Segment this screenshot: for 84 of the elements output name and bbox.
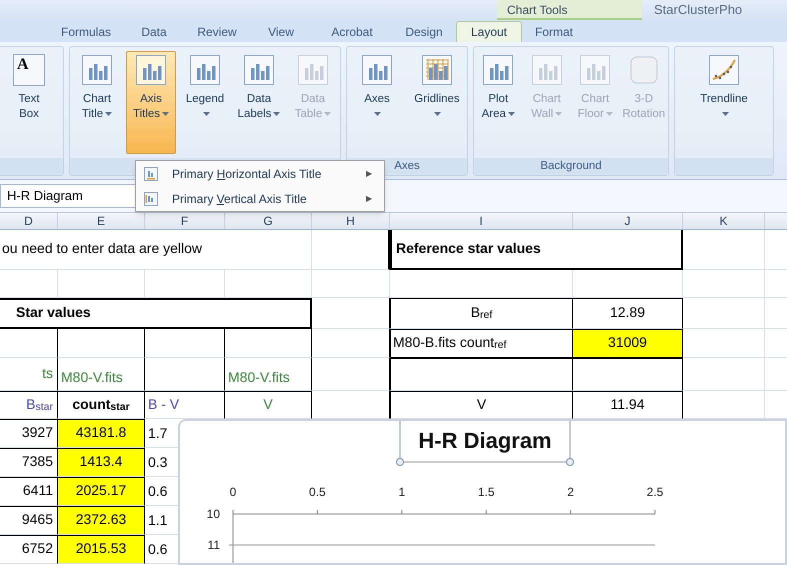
ribbon-tab[interactable]: View bbox=[250, 21, 312, 42]
text-box-icon: A bbox=[13, 54, 45, 86]
table-cell[interactable]: Reference star values bbox=[390, 230, 683, 270]
table-cell[interactable]: 2025.17 bbox=[58, 477, 145, 506]
bar-chart-icon bbox=[579, 54, 612, 86]
bar-chart-icon bbox=[530, 54, 563, 86]
table-cell[interactable] bbox=[312, 358, 390, 391]
table-cell[interactable] bbox=[312, 230, 390, 270]
table-cell[interactable] bbox=[58, 329, 145, 358]
table-cell[interactable] bbox=[145, 358, 225, 391]
axis-title-icon bbox=[144, 166, 158, 180]
chart-area[interactable]: H-R Diagram 0 0.5 1 1.5 2 2.5 10 11 bbox=[178, 419, 787, 565]
bar-chart-icon bbox=[189, 54, 221, 86]
table-cell[interactable]: 43181.8 bbox=[58, 419, 145, 448]
ribbon-button[interactable]: Trendline bbox=[699, 51, 749, 154]
bar-chart-icon bbox=[361, 54, 393, 86]
bar-chart-icon bbox=[297, 54, 329, 86]
ribbon-tab[interactable]: Formulas bbox=[48, 21, 124, 42]
ribbon-button[interactable]: Gridlines bbox=[412, 51, 462, 154]
ribbon-tab[interactable]: Data bbox=[124, 21, 184, 42]
ribbon-button[interactable]: A Text Box bbox=[4, 51, 54, 154]
column-header[interactable]: K bbox=[683, 213, 765, 229]
table-cell[interactable]: 1413.4 bbox=[58, 448, 145, 477]
table-cell[interactable] bbox=[0, 329, 58, 358]
table-cell[interactable] bbox=[225, 329, 312, 358]
ribbon-button[interactable]: Data Labels bbox=[234, 51, 284, 154]
ribbon-button[interactable]: Axes bbox=[352, 51, 402, 154]
ribbon-tab[interactable]: Design bbox=[392, 21, 456, 42]
table-cell[interactable]: M80-V.fits bbox=[225, 358, 312, 391]
table-cell[interactable]: M80-B.fits count$_{ref}$ bbox=[390, 329, 573, 358]
table-cell[interactable]: B$_{star}$ bbox=[0, 391, 58, 419]
group-label-bar bbox=[0, 158, 63, 175]
table-cell[interactable]: V bbox=[390, 391, 573, 419]
table-cell[interactable] bbox=[312, 329, 390, 358]
table-cell[interactable] bbox=[573, 358, 683, 391]
column-header[interactable]: H bbox=[312, 213, 390, 229]
gridlines-icon bbox=[421, 54, 453, 86]
table-cell[interactable] bbox=[145, 329, 225, 358]
column-header[interactable]: G bbox=[225, 213, 312, 229]
axis-tick-label: 1.5 bbox=[478, 485, 495, 499]
column-header[interactable]: E bbox=[58, 213, 145, 229]
contextual-tab-group: Chart Tools bbox=[497, 0, 642, 20]
ribbon-tab[interactable]: Format bbox=[522, 21, 586, 42]
table-cell[interactable]: 31009 bbox=[573, 329, 683, 358]
axis-tick-label: 2 bbox=[567, 485, 574, 499]
column-header[interactable]: J bbox=[573, 213, 683, 229]
table-cell[interactable]: B$_{ref}$ bbox=[390, 298, 573, 329]
table-cell[interactable]: Star values bbox=[0, 298, 312, 329]
name-box[interactable]: H-R Diagram bbox=[0, 184, 138, 208]
table-cell[interactable] bbox=[390, 358, 573, 391]
table-cell[interactable]: ou need to enter data are yellow bbox=[0, 230, 312, 270]
menu-item[interactable]: Primary Vertical Axis Title ▶ bbox=[172, 188, 372, 210]
ribbon-button[interactable]: Axis Titles bbox=[126, 51, 176, 154]
y-axis bbox=[232, 510, 234, 563]
axis-tick-label: 0 bbox=[230, 485, 236, 499]
ribbon-button[interactable]: Legend bbox=[180, 51, 230, 154]
document-title: StarClusterPho bbox=[653, 1, 742, 19]
table-cell[interactable] bbox=[312, 298, 390, 329]
chart-title: H-R Diagram bbox=[418, 428, 552, 453]
ribbon-button[interactable]: Plot Area bbox=[474, 51, 522, 154]
axis-title-icon bbox=[144, 192, 158, 206]
table-cell[interactable]: M80-V.fits bbox=[58, 358, 145, 391]
column-header[interactable]: I bbox=[390, 213, 573, 229]
table-cell[interactable]: ts bbox=[0, 358, 58, 391]
axis-tick-label: 11 bbox=[208, 538, 220, 552]
bar-chart-icon bbox=[81, 54, 113, 86]
table-cell[interactable]: 2372.63 bbox=[58, 506, 145, 535]
ribbon-tab[interactable]: Review bbox=[184, 21, 250, 42]
bar-chart-icon bbox=[243, 54, 275, 86]
ribbon-tab[interactable]: Layout bbox=[456, 21, 522, 42]
ribbon-button[interactable]: Chart Title bbox=[72, 51, 122, 154]
axis-tick-label: 10 bbox=[206, 507, 220, 521]
rounded-cube-icon bbox=[628, 54, 660, 86]
column-header[interactable]: D bbox=[0, 213, 58, 229]
axis-tick-label: 2.5 bbox=[646, 485, 664, 499]
trendline-icon bbox=[708, 54, 740, 86]
axis-tick-label: 0.5 bbox=[309, 485, 326, 499]
bar-chart-icon bbox=[135, 54, 167, 86]
table-cell[interactable]: 2015.53 bbox=[58, 535, 145, 564]
axis-tick-label: 1 bbox=[398, 485, 406, 499]
column-header[interactable]: F bbox=[145, 213, 225, 229]
ribbon-tab[interactable]: Acrobat bbox=[312, 21, 392, 42]
group-label-bar: Background bbox=[474, 158, 668, 175]
bar-chart-icon bbox=[482, 54, 514, 86]
